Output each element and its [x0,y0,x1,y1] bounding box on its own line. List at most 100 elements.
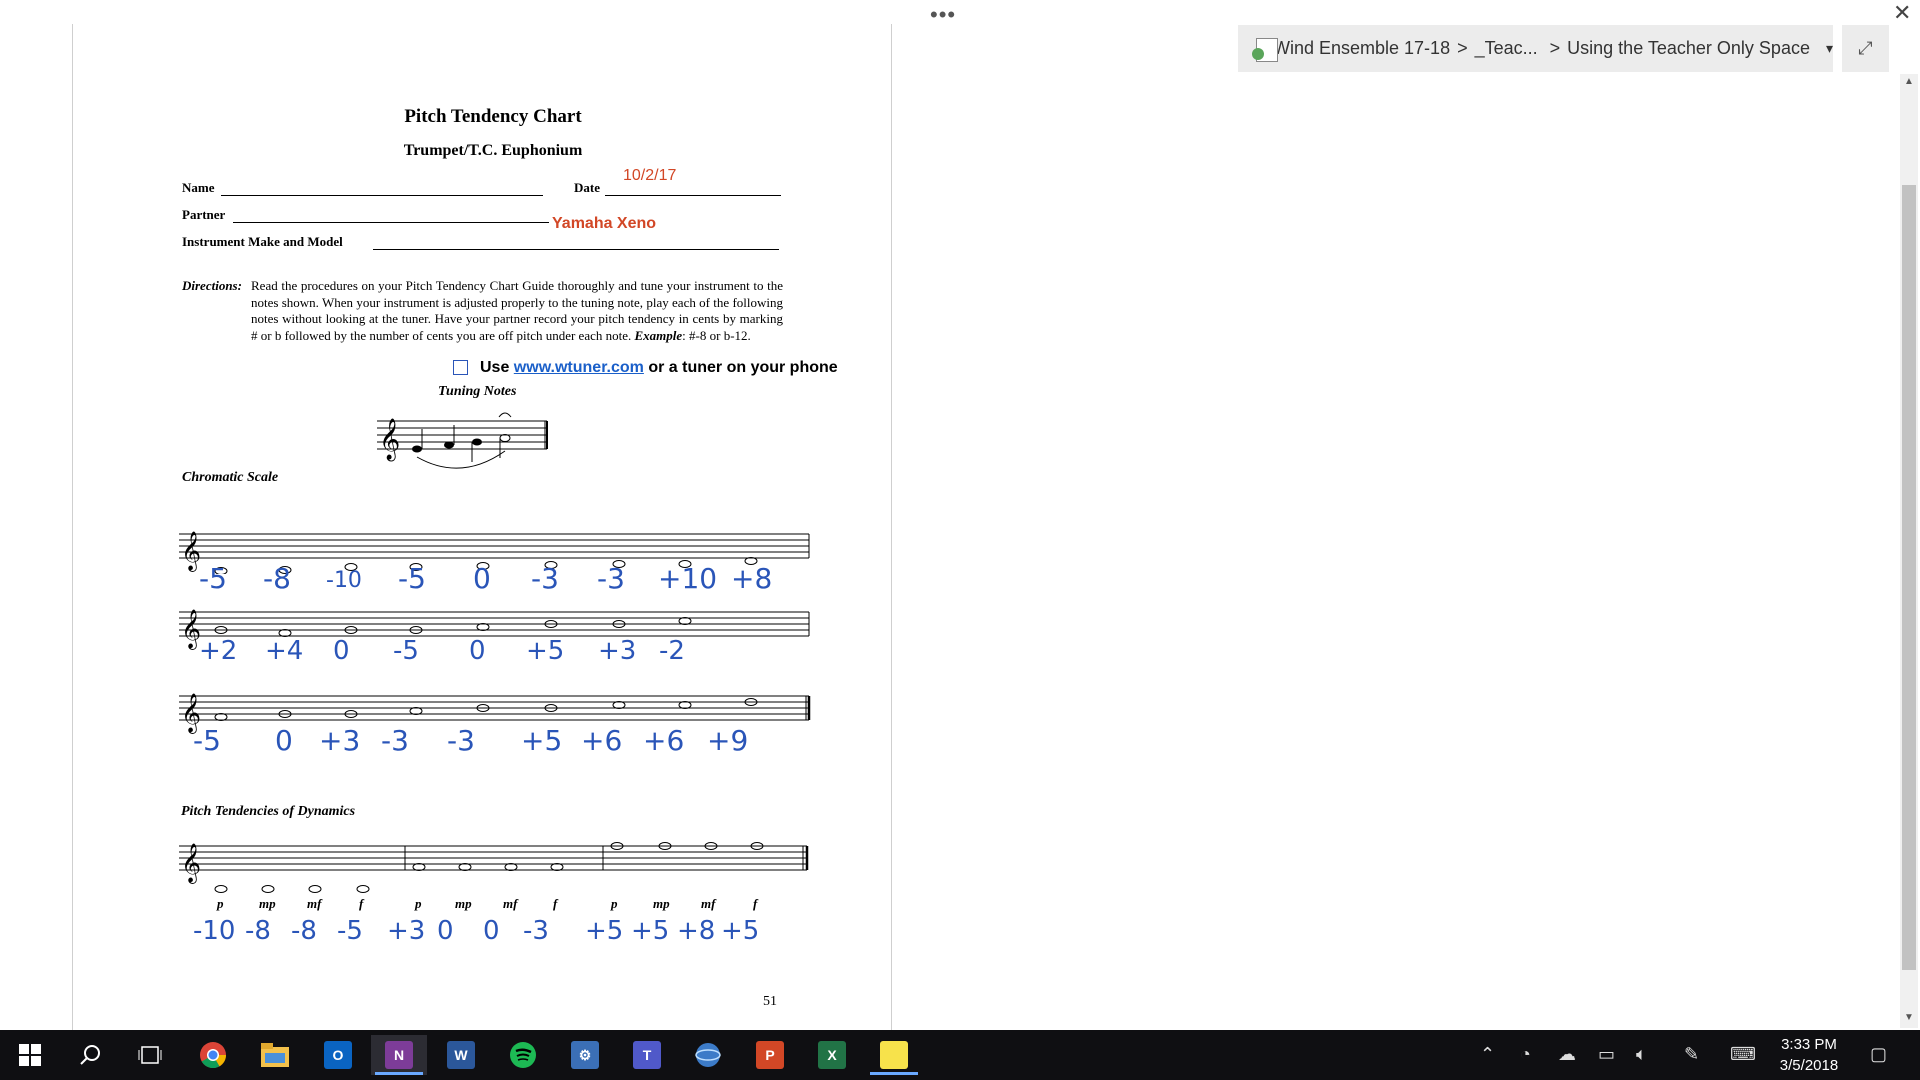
dynamic-mark: f [753,896,758,911]
pen-icon[interactable]: ✎ [1684,1044,1699,1065]
teams-icon[interactable]: T [619,1035,675,1075]
handwritten-value: 0 [469,636,486,666]
page-number: 51 [763,994,777,1009]
outlook-icon[interactable]: O [310,1035,366,1075]
tuner-checkbox[interactable] [453,360,468,375]
chevron-down-icon[interactable]: ▾ [1826,40,1833,57]
handwritten-value: -10 [193,916,236,946]
breadcrumb-page[interactable]: Using the Teacher Only Space [1567,38,1810,59]
handwritten-value: 0 [275,724,293,757]
handwritten-value: -3 [447,724,475,757]
handwritten-value: -5 [337,916,363,946]
handwritten-value: +2 [199,636,238,666]
svg-text:𝄞: 𝄞 [181,843,201,884]
handwritten-value: -3 [531,562,559,595]
dynamics-marks: p mp mf f p mp mf f p mp mf f [179,896,819,916]
wtuner-link[interactable]: www.wtuner.com [514,359,644,376]
dynamic-mark: f [359,896,364,911]
search-icon[interactable] [62,1035,118,1075]
handwritten-value: 0 [483,916,500,946]
task-view-icon[interactable] [122,1035,178,1075]
breadcrumb[interactable]: Wind Ensemble 17-18 > _Teac... > Using t… [1238,25,1833,72]
scroll-up-icon[interactable]: ▲ [1900,74,1918,90]
powerpoint-icon[interactable]: P [742,1035,798,1075]
chromatic-row-3-values: -5 0 +3 -3 -3 +5 +6 +6 +9 [193,724,803,764]
dynamics-label: Pitch Tendencies of Dynamics [181,804,356,819]
onedrive-icon[interactable]: ☁ [1558,1044,1576,1065]
close-icon[interactable]: ✕ [1893,0,1911,26]
handwritten-value: +3 [598,636,637,666]
partner-line [233,222,549,223]
notebook-icon [1252,36,1278,62]
word-icon[interactable]: W [433,1035,489,1075]
breadcrumb-separator: > [1549,38,1561,58]
handwritten-value: +5 [721,916,760,946]
handwritten-value: -2 [659,636,685,666]
battery-icon[interactable]: ▭ [1598,1044,1615,1065]
action-center-icon[interactable]: ▢ [1870,1044,1887,1065]
app-icon[interactable]: ⚙ [557,1035,613,1075]
tuning-notes-staff: 𝄞 [377,412,548,469]
handwritten-value: +10 [658,562,718,595]
start-icon[interactable] [2,1035,58,1075]
onenote-icon[interactable]: N [371,1035,427,1075]
dynamic-mark: p [217,896,224,911]
volume-icon[interactable]: 🔈︎ [1636,1044,1647,1065]
chrome-icon[interactable] [185,1035,241,1075]
handwritten-value: -5 [398,562,426,595]
breadcrumb-notebook[interactable]: Wind Ensemble 17-18 [1273,38,1450,59]
doc-subtitle: Trumpet/T.C. Euphonium [403,142,583,159]
dynamic-mark: mp [455,896,472,911]
name-label: Name [182,180,215,195]
onenote-page[interactable]: Pitch Tendency Chart Trumpet/T.C. Euphon… [72,24,892,1034]
handwritten-value: +5 [631,916,670,946]
date-value[interactable]: 10/2/17 [623,167,676,185]
date-label: Date [574,180,600,195]
directions-label: Directions: [182,278,242,293]
tuner-note: Use www.wtuner.com or a tuner on your ph… [480,359,838,376]
app2-icon[interactable] [680,1035,736,1075]
handwritten-value: +3 [319,724,361,757]
handwritten-value: -3 [381,724,409,757]
scroll-down-icon[interactable]: ▼ [1900,1010,1918,1026]
wifi-icon[interactable]: ◔ [1520,1044,1531,1065]
handwritten-value: +6 [581,724,623,757]
date-line [605,195,781,196]
handwritten-value: +5 [585,916,624,946]
handwritten-value: 0 [473,562,491,595]
instrument-label: Instrument Make and Model [182,234,343,249]
dynamic-mark: mp [259,896,276,911]
keyboard-icon[interactable]: ⌨ [1730,1044,1756,1065]
dynamic-mark: p [611,896,618,911]
handwritten-value: +5 [526,636,565,666]
scrollbar-thumb[interactable] [1902,185,1916,970]
handwritten-value: -5 [199,562,227,595]
svg-text:𝄞: 𝄞 [379,418,400,461]
sticky-notes-icon[interactable] [866,1035,922,1075]
clock-date: 3/5/2018 [1779,1057,1839,1074]
excel-icon[interactable]: X [804,1035,860,1075]
expand-icon[interactable]: ⤢ [1842,25,1889,72]
clock[interactable]: 3:33 PM 3/5/2018 [1774,1034,1844,1076]
instrument-value[interactable]: Yamaha Xeno [552,215,656,233]
chromatic-row-2-values: +2 +4 0 -5 0 +5 +3 -2 [193,636,803,676]
taskbar: O N W ⚙ T P X ⌃ ◔ ☁ ▭ 🔈︎ ✎ ⌨ ▢ [0,1030,1920,1080]
show-hidden-icons-icon[interactable]: ⌃ [1480,1044,1495,1065]
handwritten-value: +8 [731,562,773,595]
handwritten-value: 0 [333,636,350,666]
tuning-notes-label: Tuning Notes [438,384,517,399]
handwritten-value: +5 [521,724,563,757]
handwritten-value: -5 [193,724,221,757]
dynamic-mark: mf [701,896,716,911]
file-explorer-icon[interactable] [247,1035,303,1075]
handwritten-value: -8 [263,562,291,595]
handwritten-value: -3 [523,916,549,946]
breadcrumb-section[interactable]: _Teac... [1475,38,1538,59]
spotify-icon[interactable] [495,1035,551,1075]
handwritten-value: 0 [437,916,454,946]
doc-title: Pitch Tendency Chart [404,106,582,127]
handwritten-value: +4 [265,636,304,666]
instrument-line [373,249,779,250]
partner-label: Partner [182,207,226,222]
more-options-icon[interactable]: ••• [930,2,956,28]
